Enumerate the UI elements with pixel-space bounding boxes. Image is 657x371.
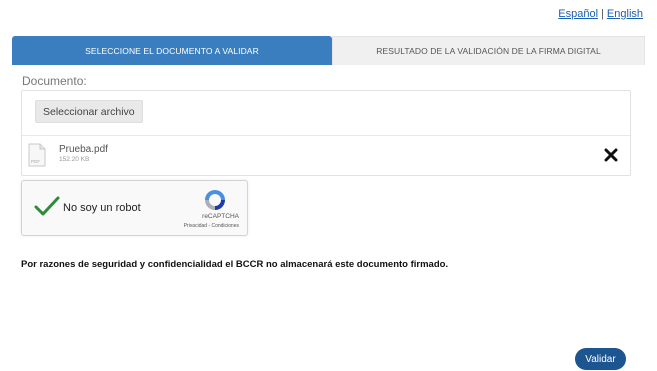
recaptcha-brand: reCAPTCHA xyxy=(202,213,239,220)
tab-select-document[interactable]: SELECCIONE EL DOCUMENTO A VALIDAR xyxy=(12,36,332,65)
tab-validation-result[interactable]: RESULTADO DE LA VALIDACIÓN DE LA FIRMA D… xyxy=(332,36,645,65)
file-size: 152.20 KB xyxy=(59,156,90,163)
captcha-label: No soy un robot xyxy=(63,202,141,214)
uploaded-file-row: PDF Prueba.pdf 152.20 KB xyxy=(22,135,630,176)
checkmark-icon[interactable] xyxy=(34,195,60,217)
lang-english-link[interactable]: English xyxy=(607,8,643,20)
file-upload-area[interactable]: Seleccionar archivo PDF Prueba.pdf 152.2… xyxy=(21,90,631,176)
select-file-button[interactable]: Seleccionar archivo xyxy=(35,100,143,123)
file-pdf-icon: PDF xyxy=(28,143,46,167)
language-switcher: Español | English xyxy=(558,8,643,20)
lang-spanish-link[interactable]: Español xyxy=(558,8,598,20)
lang-separator: | xyxy=(601,8,604,20)
close-icon[interactable] xyxy=(604,148,618,162)
recaptcha-links[interactable]: Privacidad - Condiciones xyxy=(184,223,239,229)
validar-button[interactable]: Validar xyxy=(575,348,626,370)
recaptcha-widget: No soy un robot reCAPTCHA Privacidad - C… xyxy=(21,180,248,236)
recaptcha-logo-icon xyxy=(205,190,225,210)
security-notice: Por razones de seguridad y confidenciali… xyxy=(21,259,449,270)
document-label: Documento: xyxy=(22,74,87,88)
file-icon-text: PDF xyxy=(31,159,40,164)
file-name: Prueba.pdf xyxy=(59,144,108,155)
tab-bar: SELECCIONE EL DOCUMENTO A VALIDAR RESULT… xyxy=(12,36,645,65)
